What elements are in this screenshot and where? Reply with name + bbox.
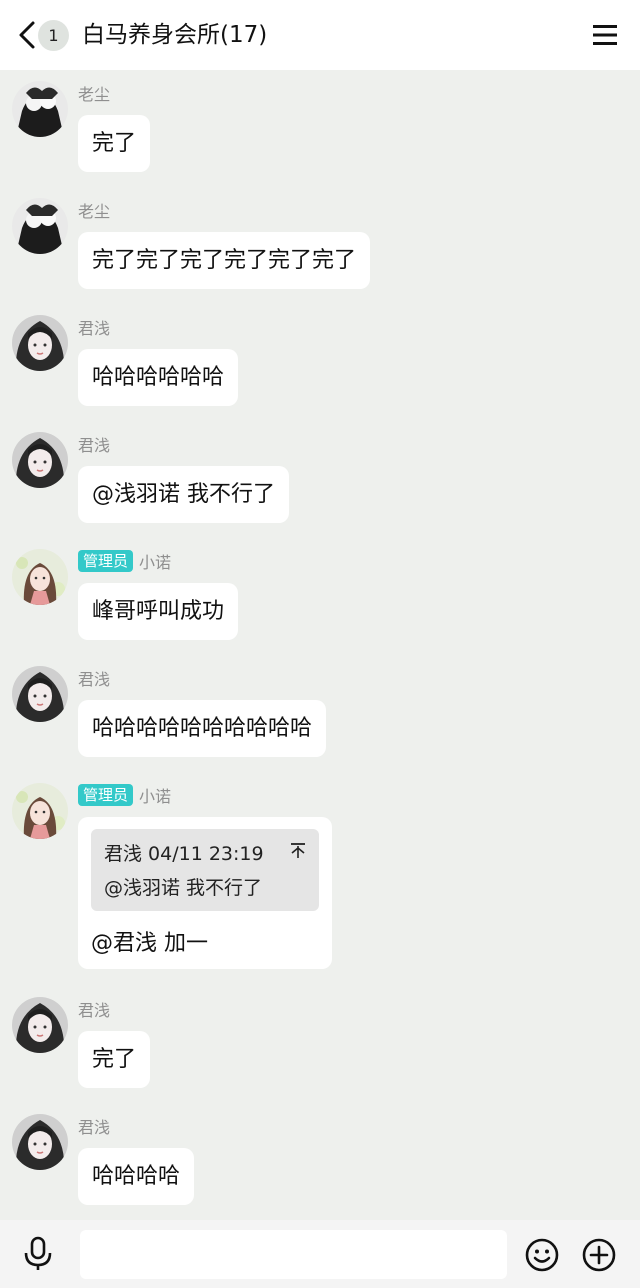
sender-line: 君浅 <box>78 997 110 1021</box>
page-title: 白马养身会所(17) <box>82 22 268 48</box>
plus-circle-icon <box>582 1238 616 1272</box>
avatar[interactable] <box>12 315 68 371</box>
message-bubble[interactable]: 哈哈哈哈哈哈 <box>78 349 239 406</box>
message-item: 君浅 哈哈哈哈哈哈哈哈哈哈 <box>0 666 640 766</box>
more-button[interactable] <box>582 1238 616 1272</box>
sender-line: 管理员 小诺 <box>78 783 171 807</box>
sender-name[interactable]: 君浅 <box>78 432 110 456</box>
sender-name[interactable]: 老尘 <box>78 81 110 105</box>
message-item: 君浅 哈哈哈哈哈哈 <box>0 315 640 415</box>
hamburger-icon <box>593 25 617 45</box>
message-input[interactable] <box>80 1230 507 1279</box>
message-bubble[interactable]: 完了完了完了完了完了完了 <box>78 232 371 289</box>
message-bubble[interactable]: 哈哈哈哈 <box>78 1148 195 1205</box>
avatar[interactable] <box>12 549 68 605</box>
message-bubble[interactable]: @浅羽诺 我不行了 <box>78 466 289 523</box>
avatar[interactable] <box>12 81 68 137</box>
message-bubble[interactable]: 完了 <box>78 115 151 172</box>
message-bubble[interactable]: 哈哈哈哈哈哈哈哈哈哈 <box>78 700 327 757</box>
mic-icon <box>24 1236 52 1270</box>
smiley-icon <box>525 1238 559 1272</box>
sender-line: 君浅 <box>78 666 110 690</box>
message-bubble[interactable]: 完了 <box>78 1031 151 1088</box>
message-item: 老尘 完了 <box>0 81 640 181</box>
message-item: 管理员 小诺 君浅 04/11 23:19 @浅羽诺 我不行了 @君浅 加一 <box>0 783 640 983</box>
avatar[interactable] <box>12 666 68 722</box>
message-item: 管理员 小诺 峰哥呼叫成功 <box>0 549 640 649</box>
sender-name[interactable]: 君浅 <box>78 997 110 1021</box>
avatar[interactable] <box>12 997 68 1053</box>
quoted-message[interactable]: 君浅 04/11 23:19 @浅羽诺 我不行了 <box>91 829 319 911</box>
menu-button[interactable] <box>590 20 620 50</box>
message-list[interactable]: 老尘 完了 老尘 完了完了完了完了完了完了 君浅 哈哈哈哈哈哈 君浅 @浅羽诺 … <box>0 70 640 1220</box>
message-item: 君浅 @浅羽诺 我不行了 <box>0 432 640 532</box>
sender-name[interactable]: 君浅 <box>78 666 110 690</box>
input-bar <box>0 1220 640 1288</box>
quote-text: @浅羽诺 我不行了 <box>104 877 263 899</box>
quote-jump-icon[interactable] <box>289 841 307 859</box>
quote-meta: 君浅 04/11 23:19 <box>104 843 264 865</box>
sender-name[interactable]: 君浅 <box>78 1114 110 1138</box>
message-item: 老尘 完了完了完了完了完了完了 <box>0 198 640 298</box>
avatar[interactable] <box>12 198 68 254</box>
sender-line: 君浅 <box>78 315 110 339</box>
emoji-button[interactable] <box>525 1238 559 1272</box>
sender-line: 君浅 <box>78 432 110 456</box>
unread-count-badge[interactable]: 1 <box>38 20 69 51</box>
voice-button[interactable] <box>22 1236 54 1272</box>
sender-line: 老尘 <box>78 198 110 222</box>
admin-tag: 管理员 <box>78 784 134 806</box>
sender-name[interactable]: 老尘 <box>78 198 110 222</box>
admin-tag: 管理员 <box>78 550 134 572</box>
message-bubble[interactable]: 峰哥呼叫成功 <box>78 583 239 640</box>
sender-line: 君浅 <box>78 1114 110 1138</box>
chat-header: 1 白马养身会所(17) <box>0 0 640 70</box>
sender-name[interactable]: 君浅 <box>78 315 110 339</box>
chevron-left-icon <box>19 21 35 49</box>
avatar[interactable] <box>12 432 68 488</box>
quote-reply-bubble[interactable]: 君浅 04/11 23:19 @浅羽诺 我不行了 @君浅 加一 <box>78 817 332 969</box>
sender-name[interactable]: 小诺 <box>139 549 171 573</box>
sender-line: 老尘 <box>78 81 110 105</box>
sender-line: 管理员 小诺 <box>78 549 171 573</box>
sender-name[interactable]: 小诺 <box>139 783 171 807</box>
avatar[interactable] <box>12 1114 68 1170</box>
avatar[interactable] <box>12 783 68 839</box>
message-text: @君浅 加一 <box>91 931 208 956</box>
message-item: 君浅 哈哈哈哈 <box>0 1114 640 1214</box>
message-item: 君浅 完了 <box>0 997 640 1097</box>
